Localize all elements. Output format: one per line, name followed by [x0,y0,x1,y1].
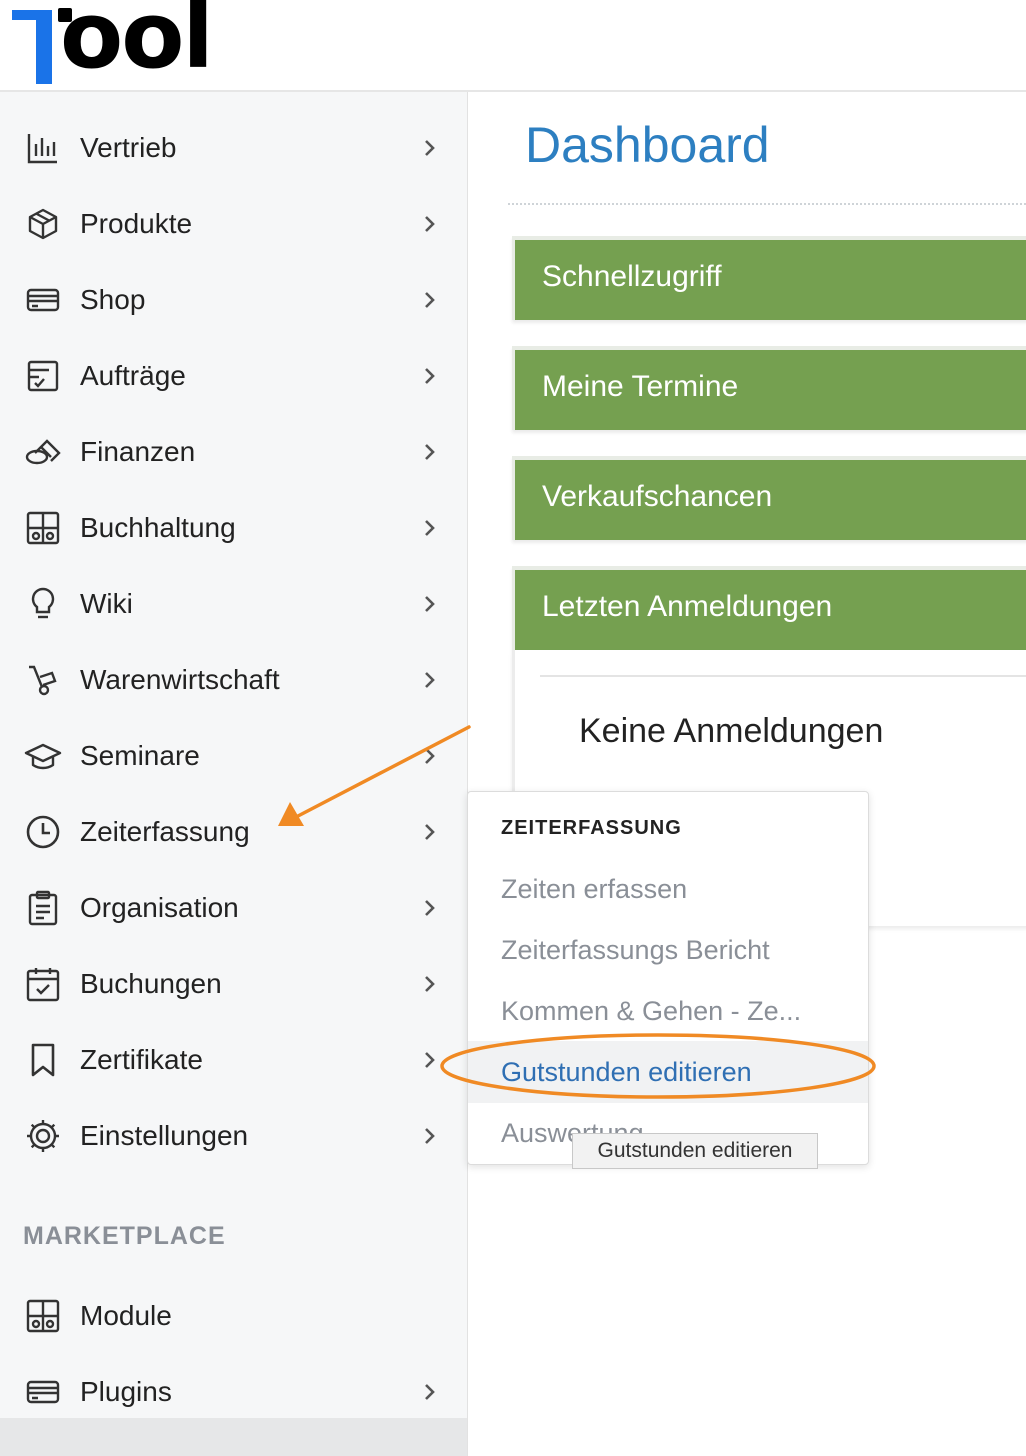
sidebar-item-label: Aufträge [80,360,186,391]
app-logo[interactable]: ool [8,0,218,86]
panel-title: Letzten Anmeldungen [542,590,833,623]
sidebar-item-label: Einstellungen [80,1120,249,1151]
bar-chart-icon [24,129,62,167]
chevron-right-icon [420,442,440,462]
sidebar-item-module[interactable]: Module [0,1278,467,1354]
sidebar-item-label: Produkte [80,208,193,239]
chevron-right-icon [420,594,440,614]
sidebar-item-label: Wiki [80,588,133,619]
flyout-item-kommen-gehen[interactable]: Kommen & Gehen - Ze... [501,996,801,1027]
chevron-right-icon [420,1126,440,1146]
lightbulb-icon [24,585,62,623]
sidebar-item-label: Plugins [80,1376,172,1407]
coins-icon [24,433,62,471]
panel-title: Schnellzugriff [542,260,722,293]
sidebar-item-auftraege[interactable]: Aufträge [0,338,467,414]
zeiterfassung-flyout-menu: ZEITERFASSUNG Zeiten erfassen Zeiterfass… [467,791,869,1165]
chevron-right-icon [420,138,440,158]
sidebar-item-buchungen[interactable]: Buchungen [0,946,467,1022]
sidebar-item-finanzen[interactable]: Finanzen [0,414,467,490]
chevron-right-icon [420,974,440,994]
sidebar-item-label: Zeiterfassung [80,816,250,847]
sidebar-item-label: Finanzen [80,436,196,467]
clipboard-list-icon [24,889,62,927]
sidebar-item-zertifikate[interactable]: Zertifikate [0,1022,467,1098]
chevron-right-icon [420,518,440,538]
title-divider [508,203,1026,205]
clock-icon [24,813,62,851]
sidebar-item-organisation[interactable]: Organisation [0,870,467,946]
main-content: Dashboard Schnellzugriff Meine Termine V… [468,92,1026,1456]
sidebar-item-label: Seminare [80,740,200,771]
page-title: Dashboard [525,117,770,173]
panel-meine-termine[interactable]: Meine Termine [512,346,1026,430]
sidebar-item-label: Organisation [80,892,239,923]
app-header: ool [0,0,1026,92]
bookmark-icon [24,1041,62,1079]
flyout-item-zeiten-erfassen[interactable]: Zeiten erfassen [501,874,687,905]
panel-title: Meine Termine [542,370,739,403]
chevron-right-icon [420,746,440,766]
clipboard-check-icon [24,357,62,395]
logo-text: ool [60,0,214,89]
box-icon [24,205,62,243]
marketplace-section-title: MARKETPLACE [23,1222,226,1250]
sidebar-item-zeiterfassung[interactable]: Zeiterfassung [0,794,467,870]
sidebar: Vertrieb Produkte Shop Aufträge Finanzen [0,92,468,1456]
chevron-right-icon [420,214,440,234]
flyout-item-gutstunden-editieren[interactable]: Gutstunden editieren [501,1057,752,1088]
panel-schnellzugriff[interactable]: Schnellzugriff [512,236,1026,320]
chevron-right-icon [420,822,440,842]
panel-letzten-anmeldungen[interactable]: Letzten Anmeldungen [512,566,1026,650]
calculator-icon [24,509,62,547]
calculator-icon [24,1297,62,1335]
sidebar-item-produkte[interactable]: Produkte [0,186,467,262]
chevron-right-icon [420,1382,440,1402]
sidebar-item-vertrieb[interactable]: Vertrieb [0,110,467,186]
calendar-check-icon [24,965,62,1003]
logo-t-stem [36,10,52,84]
chevron-right-icon [420,366,440,386]
sidebar-bottom-bar [0,1418,467,1456]
sidebar-item-warenwirtschaft[interactable]: Warenwirtschaft [0,642,467,718]
panel-title: Verkaufschancen [542,480,773,513]
sidebar-item-label: Shop [80,284,146,315]
sidebar-item-label: Vertrieb [80,132,177,163]
graduation-cap-icon [24,737,62,775]
sidebar-item-shop[interactable]: Shop [0,262,467,338]
sidebar-item-wiki[interactable]: Wiki [0,566,467,642]
chevron-right-icon [420,1050,440,1070]
sidebar-item-label: Zertifikate [80,1044,203,1075]
panel-verkaufschancen[interactable]: Verkaufschancen [512,456,1026,540]
flyout-title: ZEITERFASSUNG [501,817,682,839]
sidebar-item-seminare[interactable]: Seminare [0,718,467,794]
sidebar-item-label: Module [80,1300,172,1331]
sidebar-item-buchhaltung[interactable]: Buchhaltung [0,490,467,566]
flyout-item-zeiterfassungs-bericht[interactable]: Zeiterfassungs Bericht [501,935,770,966]
credit-card-icon [24,1373,62,1411]
chevron-right-icon [420,898,440,918]
sidebar-item-label: Buchhaltung [80,512,236,543]
empty-state-text: Keine Anmeldungen [579,712,884,750]
credit-card-icon [24,281,62,319]
chevron-right-icon [420,290,440,310]
chevron-right-icon [420,670,440,690]
hand-truck-icon [24,661,62,699]
panel-divider [540,675,1026,677]
gear-icon [24,1117,62,1155]
sidebar-item-label: Warenwirtschaft [80,664,280,695]
sidebar-item-label: Buchungen [80,968,222,999]
tooltip: Gutstunden editieren [572,1133,818,1169]
sidebar-item-einstellungen[interactable]: Einstellungen [0,1098,467,1174]
